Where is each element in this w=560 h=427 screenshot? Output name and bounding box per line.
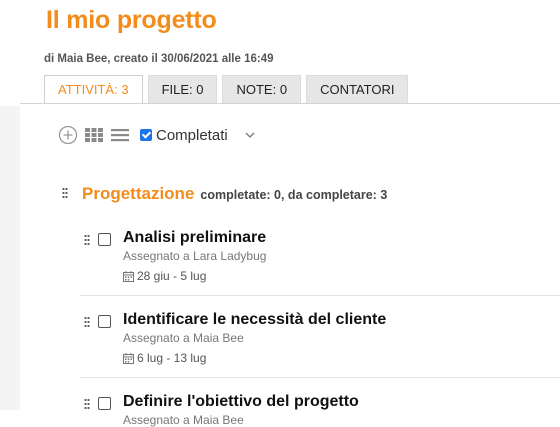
plus-circle-icon[interactable] (58, 125, 78, 145)
task-date-range: 28 giu - 5 lug (137, 269, 207, 283)
tab-bar: ATTIVITÀ: 3 FILE: 0 NOTE: 0 CONTATORI (44, 75, 409, 104)
completed-checkbox[interactable] (140, 129, 152, 141)
task-title[interactable]: Identificare le necessità del cliente (123, 311, 386, 329)
task-checkbox[interactable] (98, 233, 111, 246)
task-drag-handle-icon[interactable] (84, 397, 90, 410)
task-assignee: Assegnato a Lara Ladybug (123, 249, 267, 263)
grid-icon[interactable] (84, 127, 104, 143)
project-subtitle: di Maia Bee, creato il 30/06/2021 alle 1… (44, 53, 274, 65)
chevron-down-icon[interactable] (244, 131, 256, 139)
section-title[interactable]: Progettazione (82, 184, 194, 204)
task-drag-handle-icon[interactable] (84, 315, 90, 328)
tabs-divider (20, 103, 560, 104)
page-title: Il mio progetto (46, 6, 217, 34)
task-divider (80, 377, 560, 378)
section-drag-handle-icon[interactable] (62, 187, 68, 199)
tab-counters[interactable]: CONTATORI (306, 75, 409, 103)
calendar-icon (123, 270, 134, 282)
task-date-range: 6 lug - 13 lug (137, 351, 207, 365)
task-assignee: Assegnato a Maia Bee (123, 331, 244, 345)
list-icon[interactable] (110, 127, 130, 143)
section-header: Progettazione completate: 0, da completa… (62, 184, 387, 204)
task-checkbox[interactable] (98, 397, 111, 410)
section-stats: completate: 0, da completare: 3 (200, 188, 388, 202)
task-assignee: Assegnato a Maia Bee (123, 413, 244, 427)
tab-files[interactable]: FILE: 0 (147, 75, 218, 103)
task-dates: 6 lug - 13 lug (123, 351, 206, 365)
completed-label: Completati (156, 126, 228, 144)
task-title[interactable]: Definire l'obiettivo del progetto (123, 393, 359, 411)
task-divider (80, 295, 560, 296)
task-dates: 28 giu - 5 lug (123, 269, 206, 283)
tab-notes[interactable]: NOTE: 0 (222, 75, 302, 103)
task-drag-handle-icon[interactable] (84, 233, 90, 246)
task-title[interactable]: Analisi preliminare (123, 229, 266, 247)
activities-toolbar: Completati (58, 124, 256, 146)
calendar-icon (123, 352, 134, 364)
tab-activities[interactable]: ATTIVITÀ: 3 (44, 75, 143, 104)
task-checkbox[interactable] (98, 315, 111, 328)
